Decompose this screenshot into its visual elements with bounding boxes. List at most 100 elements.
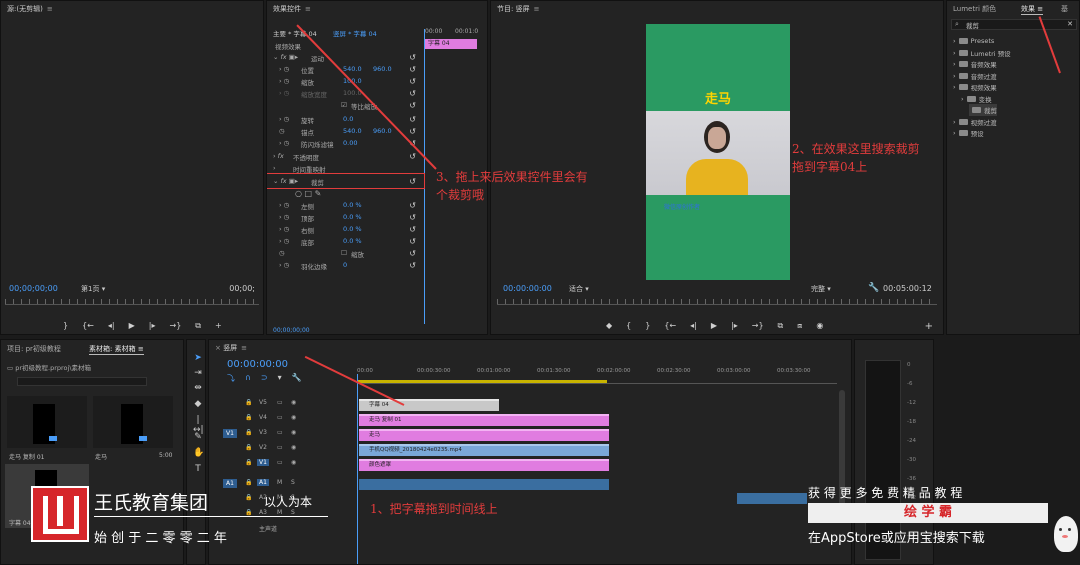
thumbnail-1[interactable] xyxy=(7,396,87,448)
crop-right-row[interactable]: › ◷ 右侧 0.0 % ↺ xyxy=(267,225,422,236)
thumbnail-2[interactable] xyxy=(93,396,173,448)
crop-top-row[interactable]: › ◷ 顶部 0.0 % ↺ xyxy=(267,213,422,224)
source-timecode[interactable]: 00;00;00;00 xyxy=(9,284,58,293)
tab-effects[interactable]: 效果 ≡ xyxy=(1021,4,1044,15)
clear-search-icon[interactable]: ✕ xyxy=(1067,20,1073,28)
camera-icon[interactable]: ◉ xyxy=(816,321,823,331)
chevron-right-icon[interactable]: › xyxy=(953,60,956,68)
quality-select[interactable]: 完整 ▾ xyxy=(811,284,831,294)
project-search-input[interactable] xyxy=(17,377,147,386)
reset-icon[interactable]: ↺ xyxy=(409,115,416,124)
page-select[interactable]: 第1页 ▾ xyxy=(81,284,105,294)
crop-bottom-row[interactable]: › ◷ 底部 0.0 % ↺ xyxy=(267,237,422,248)
mark-in-icon[interactable]: { xyxy=(626,321,631,331)
audio-clip-a1[interactable] xyxy=(359,479,609,490)
lift-icon[interactable]: ⧉ xyxy=(778,321,784,331)
step-back-icon[interactable]: ◂| xyxy=(690,321,697,331)
hand-tool-icon[interactable]: ✋ xyxy=(193,448,204,458)
audio-clip-a1-end[interactable] xyxy=(737,493,807,504)
rotation-row[interactable]: › ◷ 旋转 0.0 ↺ xyxy=(267,115,422,126)
chevron-right-icon[interactable]: › xyxy=(953,83,956,91)
step-forward-icon[interactable]: |▸ xyxy=(731,321,738,331)
crop-zoom-row[interactable]: ◷ ☐ 缩放 ↺ xyxy=(267,249,422,260)
ripple-edit-tool-icon[interactable]: ⇹ xyxy=(193,383,203,393)
chevron-right-icon[interactable]: › xyxy=(953,37,956,45)
extract-icon[interactable]: ⧈ xyxy=(797,321,802,331)
reset-icon[interactable]: ↺ xyxy=(409,65,416,74)
effects-tree-item[interactable]: › 变换 xyxy=(961,93,992,105)
program-title[interactable]: 节目: 竖屏 ≡ xyxy=(497,4,539,14)
mark-out-icon[interactable]: } xyxy=(645,321,650,331)
slip-tool-icon[interactable]: |↔| xyxy=(193,415,204,435)
marker-icon[interactable]: ◆ xyxy=(606,321,612,331)
selection-tool-icon[interactable]: ➤ xyxy=(193,353,203,363)
menu-icon[interactable]: ≡ xyxy=(1037,5,1043,13)
source-panel-title[interactable]: 源:(无剪辑) ≡ xyxy=(7,4,53,14)
tab-lumetri[interactable]: Lumetri 颜色 xyxy=(953,4,996,14)
effects-tree-item[interactable]: › 视频效果 xyxy=(953,81,997,93)
reset-icon[interactable]: ↺ xyxy=(409,127,416,136)
crop-left-row[interactable]: › ◷ 左侧 0.0 % ↺ xyxy=(267,201,422,212)
effect-controls-title[interactable]: 效果控件 ≡ xyxy=(273,4,311,14)
reset-icon[interactable]: ↺ xyxy=(409,89,416,98)
chevron-right-icon[interactable]: › xyxy=(953,49,956,57)
timeline-clip[interactable]: 字幕 04 xyxy=(359,399,499,411)
play-icon[interactable]: ▶ xyxy=(711,321,717,331)
reset-icon[interactable]: ↺ xyxy=(409,77,416,86)
reset-icon[interactable]: ↺ xyxy=(409,101,416,110)
reset-icon[interactable]: ↺ xyxy=(409,237,416,246)
effects-tree-item[interactable]: › 预设 xyxy=(953,127,984,139)
menu-icon[interactable]: ≡ xyxy=(138,345,144,353)
add-button-icon[interactable]: + xyxy=(215,321,222,331)
chevron-right-icon[interactable]: › xyxy=(953,118,956,126)
menu-icon[interactable]: ≡ xyxy=(305,5,311,13)
go-to-out-icon[interactable]: →} xyxy=(752,321,764,331)
tab-project[interactable]: 项目: pr初级教程 xyxy=(7,344,61,354)
step-back-icon[interactable]: ◂| xyxy=(108,321,115,331)
feather-row[interactable]: › ◷ 羽化边缘 0 ↺ xyxy=(267,261,422,272)
effects-tree-item[interactable]: › Presets xyxy=(953,35,994,47)
reset-icon[interactable]: ↺ xyxy=(409,201,416,210)
chevron-right-icon[interactable]: › xyxy=(953,72,956,80)
play-icon[interactable]: ▶ xyxy=(129,321,135,331)
effects-tree-item[interactable]: › Lumetri 预设 xyxy=(953,47,1011,59)
pen-tool-icon[interactable]: ✎ xyxy=(193,432,203,442)
source-ruler[interactable] xyxy=(5,299,259,305)
go-to-in-icon[interactable]: {← xyxy=(664,321,676,331)
antiflicker-row[interactable]: › ◷防闪烁滤镜0.00↺ xyxy=(267,139,422,150)
reset-icon[interactable]: ↺ xyxy=(409,225,416,234)
add-button-icon[interactable]: + xyxy=(925,321,933,332)
reset-icon[interactable]: ↺ xyxy=(409,53,416,62)
reset-icon[interactable]: ↺ xyxy=(409,213,416,222)
timeline-clip[interactable]: 手机QQ视频_20180424e0235.mp4 xyxy=(359,444,609,456)
mark-out-icon[interactable]: } xyxy=(63,321,68,331)
motion-row[interactable]: ⌄ fx ▣▸ 运动 ↺ xyxy=(267,53,422,64)
go-to-in-icon[interactable]: {← xyxy=(82,321,94,331)
effects-search-input[interactable] xyxy=(966,21,1062,29)
menu-icon[interactable]: ≡ xyxy=(534,5,540,13)
opacity-row[interactable]: › fx 不透明度 ↺ xyxy=(267,152,422,163)
razor-tool-icon[interactable]: ◆ xyxy=(193,399,203,409)
tab-bin[interactable]: 素材箱: 素材箱 ≡ xyxy=(89,344,144,355)
scale-row[interactable]: › ◷缩放100.0↺ xyxy=(267,77,422,88)
chevron-right-icon[interactable]: › xyxy=(961,95,964,103)
go-to-out-icon[interactable]: →} xyxy=(169,321,181,331)
effects-tree-item[interactable]: › 音频过渡 xyxy=(953,70,997,82)
timeline-clip[interactable]: 走马 xyxy=(359,429,609,441)
menu-icon[interactable]: ≡ xyxy=(47,5,53,13)
program-ruler[interactable] xyxy=(497,299,937,305)
mask-tools-row[interactable]: ○ □ ✎ xyxy=(267,189,422,200)
timeline-clip[interactable]: 走马 复制 01 xyxy=(359,414,609,426)
tab-more[interactable]: 基 xyxy=(1061,4,1068,14)
chevron-right-icon[interactable]: › xyxy=(953,129,956,137)
reset-icon[interactable]: ↺ xyxy=(409,261,416,270)
insert-icon[interactable]: ⧉ xyxy=(195,321,201,331)
effects-tree-item[interactable]: 裁剪 xyxy=(969,104,997,116)
timeline-clip[interactable]: 颜色遮罩 xyxy=(359,459,609,471)
fit-select[interactable]: 适合 ▾ xyxy=(569,284,589,294)
effects-search[interactable]: ⌕ ✕ xyxy=(951,19,1077,30)
sequence-clip-select[interactable]: 竖屏 * 字幕 04 xyxy=(333,28,377,38)
effects-tree-item[interactable]: › 音频效果 xyxy=(953,58,997,70)
wrench-icon[interactable]: 🔧 xyxy=(868,283,879,293)
reset-icon[interactable]: ↺ xyxy=(409,249,416,258)
